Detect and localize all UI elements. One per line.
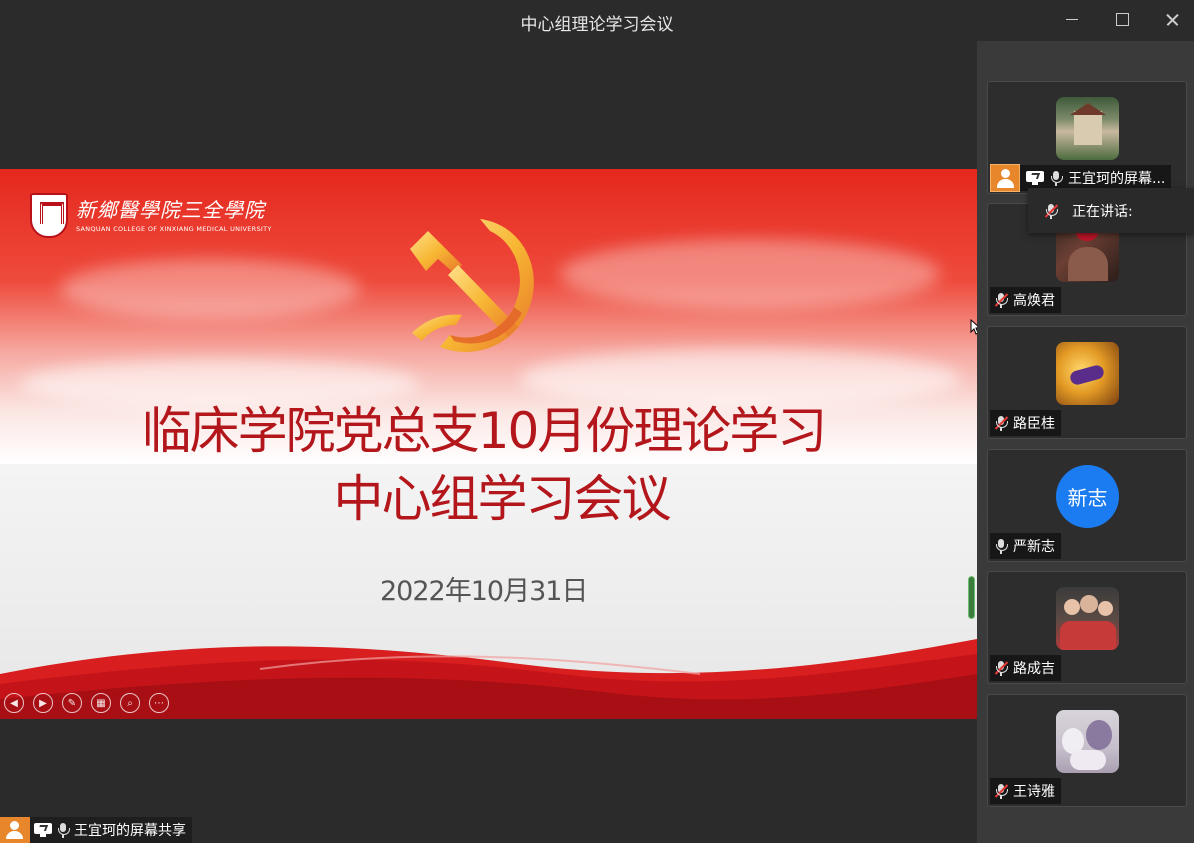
microphone-icon [994,538,1008,554]
participant-avatar [1056,97,1119,160]
participant-tile[interactable]: 路臣桂 [987,326,1187,439]
grid-view-icon[interactable]: ▦ [91,693,111,713]
presentation-slide: 新鄉醫學院三全學院 SANQUAN COLLEGE OF XINXIANG ME… [0,169,977,719]
college-crest-icon [30,193,68,238]
slide-controls: ◀ ▶ ✎ ▦ ⌕ ⋯ [4,693,169,713]
slide-date: 2022年10月31日 [380,576,588,607]
participant-tile[interactable]: 王诗雅 [987,694,1187,807]
participant-tile[interactable]: 新志 严新志 [987,449,1187,562]
participant-avatar [1056,342,1119,405]
participant-text-avatar: 新志 [1056,465,1119,528]
speaking-label: 正在讲话: [1072,203,1133,220]
participant-name: 王宜珂的屏幕... [1068,171,1166,187]
screen-share-label: 王宜珂的屏幕共享 [0,817,192,843]
more-options-icon[interactable]: ⋯ [149,693,169,713]
microphone-muted-icon [994,415,1009,431]
hammer-sickle-icon [410,219,534,352]
participant-name-bar: 王诗雅 [990,778,1061,804]
participant-name: 路成吉 [1013,661,1055,677]
participant-name-bar: 严新志 [990,533,1061,559]
speaking-indicator-popup: 正在讲话: [1028,188,1194,233]
user-avatar-icon [990,164,1020,192]
prev-slide-icon[interactable]: ◀ [4,693,24,713]
user-avatar-icon [0,817,30,843]
participant-name: 严新志 [1013,539,1055,555]
maximize-button[interactable] [1104,5,1140,35]
participant-name: 王诗雅 [1013,784,1055,800]
minimize-button[interactable] [1054,5,1090,35]
participant-tile[interactable]: 王宜珂的屏幕... [987,81,1187,194]
screen-share-icon [34,823,52,837]
microphone-muted-icon [994,660,1009,676]
participant-name-bar: 高焕君 [990,287,1061,313]
next-slide-icon[interactable]: ▶ [33,693,53,713]
participants-sidebar: 王宜珂的屏幕... 高焕君 路臣桂 新志 严新志 路成吉 王诗雅 [977,41,1194,843]
participant-avatar [1056,710,1119,773]
microphone-icon [56,822,70,838]
slide-title-line1: 临床学院党总支10月份理论学习 [141,402,828,460]
participant-tile[interactable]: 路成吉 [987,571,1187,684]
college-name-en: SANQUAN COLLEGE OF XINXIANG MEDICAL UNIV… [76,225,272,233]
pen-icon[interactable]: ✎ [62,693,82,713]
participant-avatar [1056,587,1119,650]
window-title: 中心组理论学习会议 [520,15,674,35]
microphone-muted-icon [1044,203,1059,219]
college-logo: 新鄉醫學院三全學院 SANQUAN COLLEGE OF XINXIANG ME… [30,193,272,239]
title-bar: 中心组理论学习会议 [0,0,1194,41]
participant-name-bar: 路成吉 [990,655,1061,681]
zoom-icon[interactable]: ⌕ [120,693,140,713]
microphone-muted-icon [994,292,1009,308]
participant-name: 高焕君 [1013,293,1055,309]
college-name-cn: 新鄉醫學院三全學院 [76,198,265,222]
screen-share-icon [1026,171,1044,185]
participant-name-bar: 路臣桂 [990,410,1061,436]
close-button[interactable] [1154,5,1190,35]
participant-name: 路臣桂 [1013,416,1055,432]
microphone-icon [1049,170,1063,186]
volume-level-handle[interactable] [968,576,975,619]
screen-share-owner: 王宜珂的屏幕共享 [74,823,186,839]
microphone-muted-icon [994,783,1009,799]
slide-title-line2: 中心组学习会议 [333,470,672,528]
